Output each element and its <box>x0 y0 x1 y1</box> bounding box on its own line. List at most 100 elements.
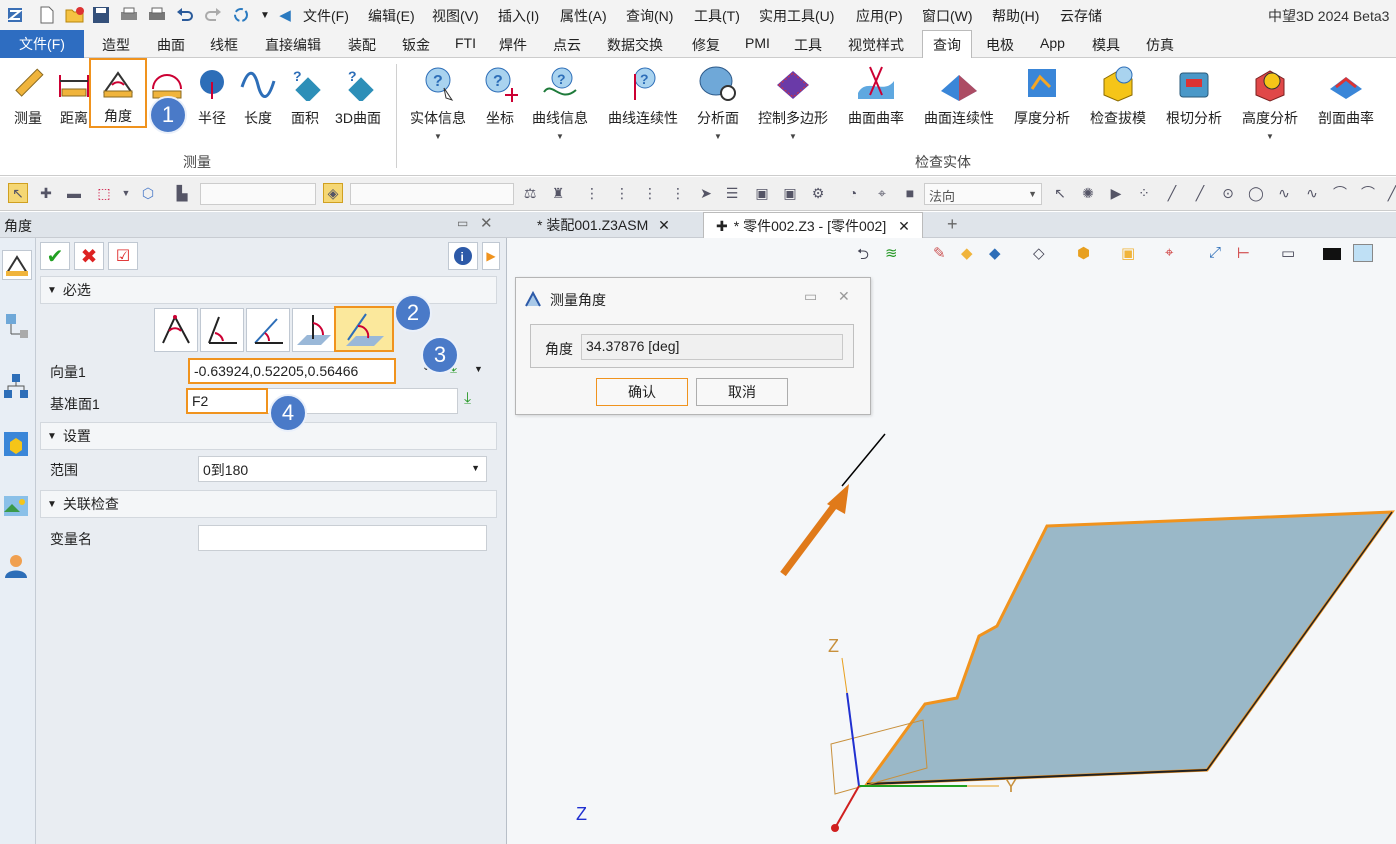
section-settings[interactable]: ▼ 设置 <box>40 422 497 450</box>
align2-icon[interactable]: ⋮ <box>612 183 632 203</box>
add-tab-icon[interactable]: + <box>947 214 958 235</box>
menu-utilities[interactable]: 实用工具(U) <box>759 6 834 26</box>
dropdown-icon[interactable]: ▼ <box>434 132 442 141</box>
method-faces-button[interactable] <box>292 308 336 352</box>
window2-icon[interactable]: ▣ <box>780 183 800 203</box>
tab-pointcloud[interactable]: 点云 <box>553 35 581 55</box>
draft-check-button[interactable]: 检查拔模 <box>1086 62 1150 128</box>
assembly-tree-icon[interactable] <box>2 372 32 402</box>
save-icon[interactable] <box>90 4 112 26</box>
circle-icon[interactable]: ◯ <box>1246 183 1266 203</box>
filter-combo[interactable] <box>200 183 316 205</box>
arc2-icon[interactable]: ⌒ <box>1358 183 1378 203</box>
method-three-points-button[interactable] <box>154 308 198 352</box>
range-select[interactable]: 0到180 ▼ <box>198 456 487 482</box>
surface-curvature-button[interactable]: 曲面曲率 <box>844 62 908 128</box>
menu-insert[interactable]: 插入(I) <box>498 6 539 26</box>
method-vector-plane-button[interactable] <box>334 306 394 352</box>
line3-icon[interactable]: ╱ <box>1382 183 1396 203</box>
pin-icon[interactable]: ⌖ <box>872 183 892 203</box>
gear-icon[interactable]: ⚙ <box>808 183 828 203</box>
menu-query[interactable]: 查询(N) <box>626 6 673 26</box>
align-icon[interactable]: ⋮ <box>582 183 602 203</box>
method-two-lines-button[interactable] <box>200 308 244 352</box>
dialog-close-icon[interactable]: ✕ <box>838 288 850 305</box>
vector1-input[interactable]: -0.63924,0.52205,0.56466 <box>188 358 396 384</box>
add-icon[interactable]: ✚ <box>36 183 56 203</box>
align3-icon[interactable]: ⋮ <box>640 183 660 203</box>
doc-tab-part[interactable]: ✚ * 零件002.Z3 - [零件002] ✕ <box>703 212 923 239</box>
section-curvature-button[interactable]: 剖面曲率 <box>1314 62 1378 128</box>
cancel-icon[interactable]: ✖ <box>74 242 104 270</box>
cursor-icon[interactable]: ➤ <box>696 183 716 203</box>
dropdown-icon[interactable]: ▼ <box>1028 189 1037 199</box>
menu-apps[interactable]: 应用(P) <box>856 6 903 26</box>
remove-icon[interactable]: ▬ <box>64 183 84 203</box>
redo-icon[interactable] <box>202 4 224 26</box>
dropdown-icon[interactable]: ▼ <box>789 132 797 141</box>
qa-dropdown-icon[interactable]: ▼ <box>254 4 276 26</box>
distance-button[interactable]: 距离 <box>54 62 94 128</box>
height-analysis-button[interactable]: 高度分析 ▼ <box>1238 62 1302 141</box>
dropdown-icon[interactable]: ▼ <box>714 132 722 141</box>
coordinate-button[interactable]: ? 坐标 <box>480 62 520 128</box>
curve-continuity-button[interactable]: ? 曲线连续性 <box>604 62 682 128</box>
surface-continuity-button[interactable]: 曲面连续性 <box>920 62 998 128</box>
plane-face[interactable] <box>863 510 1396 786</box>
undo-icon[interactable] <box>174 4 196 26</box>
refresh-icon[interactable] <box>230 4 252 26</box>
pick-plane-icon[interactable]: ⤓ <box>464 390 471 408</box>
panel-close-icon[interactable]: ✕ <box>480 214 493 232</box>
normal-combo[interactable]: 法向 ▼ <box>924 183 1042 205</box>
length-button[interactable]: 长度 <box>238 62 278 128</box>
tab-modeling[interactable]: 造型 <box>102 35 130 55</box>
tab-mold[interactable]: 模具 <box>1092 35 1120 55</box>
select-pointer-icon[interactable]: ↖ <box>8 183 28 203</box>
pick-mode-icon[interactable]: ◈ <box>323 183 343 203</box>
collapse-icon[interactable]: ▼ <box>47 285 57 296</box>
menu-file[interactable]: 文件(F) <box>303 6 349 26</box>
info-icon[interactable]: i <box>448 242 478 270</box>
dialog-cancel-button[interactable]: 取消 <box>696 378 788 406</box>
section-required[interactable]: ▼ 必选 <box>40 276 497 304</box>
print-icon[interactable] <box>118 4 140 26</box>
wave-icon[interactable]: ∿ <box>1274 183 1294 203</box>
clock-icon[interactable]: ◔ <box>843 183 863 203</box>
dropdown-icon[interactable]: ▼ <box>116 183 136 203</box>
vector-arrow-shaft[interactable] <box>780 499 840 577</box>
dots-icon[interactable]: ⁘ <box>1134 183 1154 203</box>
history-tree-icon[interactable] <box>2 310 32 340</box>
apply-icon[interactable]: ☑ <box>108 242 138 270</box>
angle-button[interactable]: 角度 <box>89 58 147 128</box>
dropdown-icon[interactable]: ▼ <box>474 364 483 374</box>
tab-assembly[interactable]: 装配 <box>348 35 376 55</box>
analyze-face-button[interactable]: 分析面 ▼ <box>694 62 742 141</box>
box-select-icon[interactable]: ⬚ <box>94 183 114 203</box>
tab-electrode[interactable]: 电极 <box>986 35 1014 55</box>
panel-expand-icon[interactable]: ▶ <box>482 242 500 270</box>
dropdown-icon[interactable]: ▼ <box>471 463 480 473</box>
menu-attributes[interactable]: 属性(A) <box>560 6 607 26</box>
tab-data-exchange[interactable]: 数据交换 <box>607 35 663 55</box>
line-icon[interactable]: ╱ <box>1162 183 1182 203</box>
arc-icon[interactable]: ⌒ <box>1330 183 1350 203</box>
open-file-icon[interactable] <box>64 4 86 26</box>
new-tab-plus-icon[interactable]: ✚ <box>716 218 728 234</box>
line2-icon[interactable]: ╱ <box>1190 183 1210 203</box>
menu-edit[interactable]: 编辑(E) <box>368 6 415 26</box>
snap-icon[interactable]: ⚖ <box>520 183 540 203</box>
dialog-comment-icon[interactable]: ▭ <box>804 288 817 305</box>
angle-mode-icon[interactable] <box>2 250 32 280</box>
tab-pmi[interactable]: PMI <box>745 35 770 51</box>
tab-weldment[interactable]: 焊件 <box>499 35 527 55</box>
tab-simulation[interactable]: 仿真 <box>1146 35 1174 55</box>
wave2-icon[interactable]: ∿ <box>1302 183 1322 203</box>
align4-icon[interactable]: ⋮ <box>668 183 688 203</box>
area-button[interactable]: ? 面积 <box>285 62 325 128</box>
tab-tools[interactable]: 工具 <box>794 35 822 55</box>
polygon-select-icon[interactable]: ⬡ <box>138 183 158 203</box>
collapse-icon[interactable]: ▼ <box>47 499 57 510</box>
section-assoc-check[interactable]: ▼ 关联检查 <box>40 490 497 518</box>
method-vectors-button[interactable] <box>246 308 290 352</box>
panel-pin-icon[interactable]: ▭ <box>457 216 468 230</box>
